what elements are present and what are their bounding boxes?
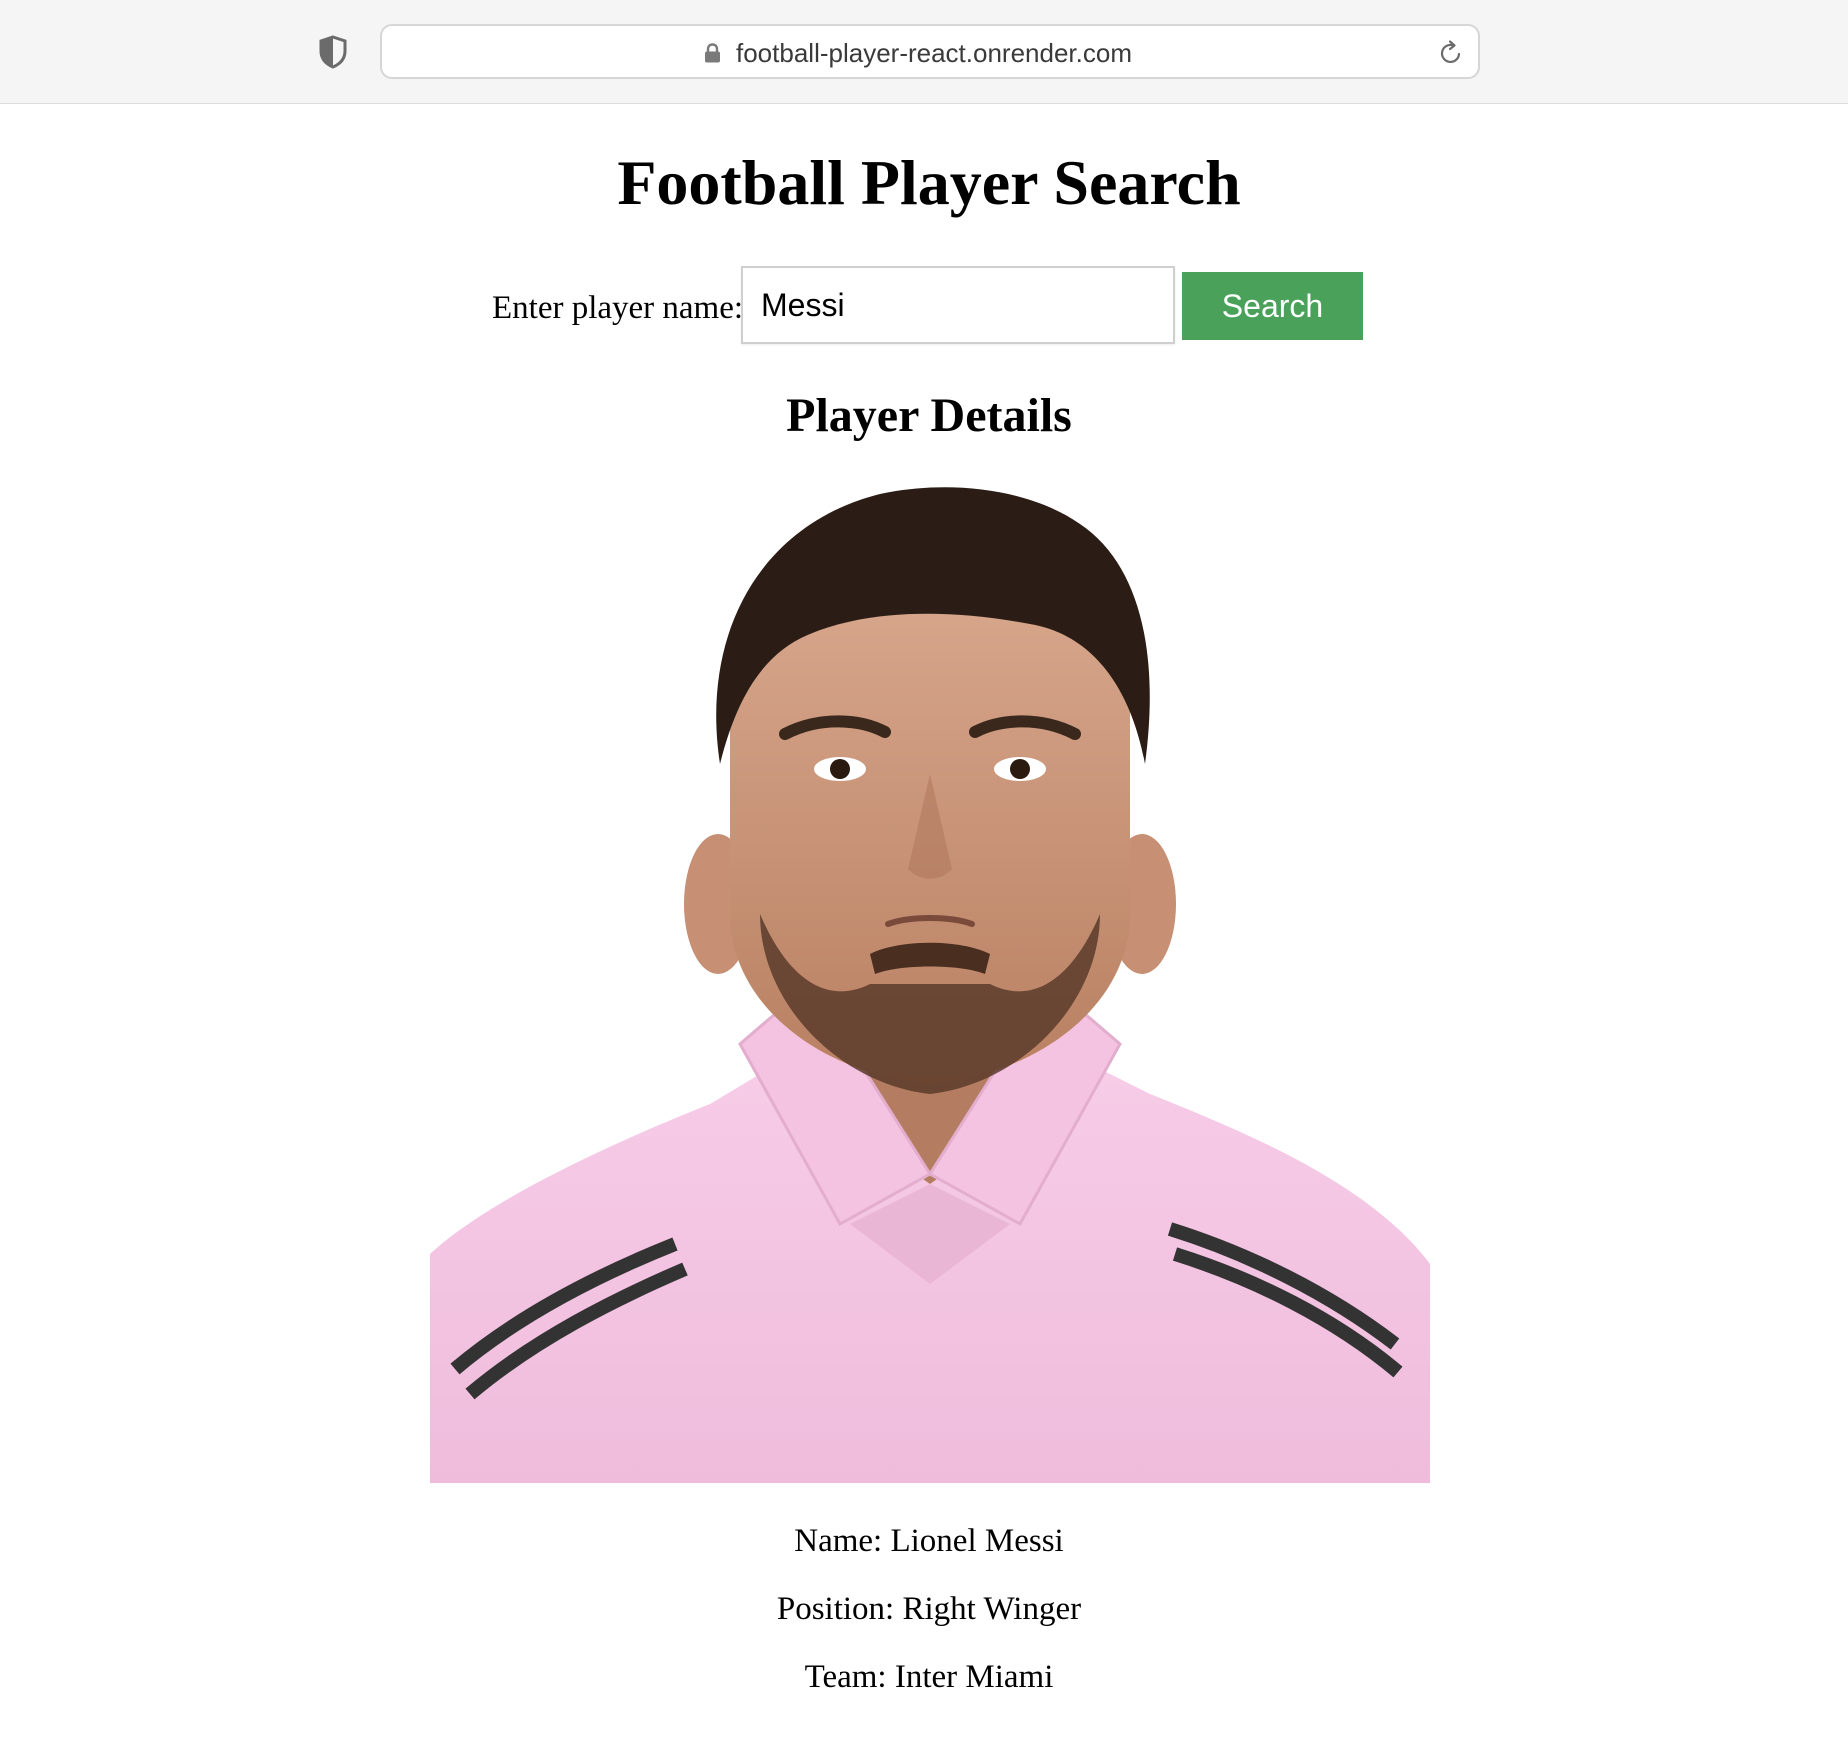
player-portrait-image bbox=[430, 487, 1430, 1483]
shield-icon[interactable] bbox=[318, 35, 348, 69]
page-title: Football Player Search bbox=[617, 147, 1241, 218]
lock-icon bbox=[704, 43, 721, 63]
search-button[interactable]: Search bbox=[1182, 272, 1363, 340]
player-photo bbox=[430, 484, 1430, 1483]
address-bar[interactable]: football-player-react.onrender.com bbox=[380, 24, 1480, 79]
browser-toolbar: football-player-react.onrender.com bbox=[0, 0, 1848, 104]
search-input[interactable] bbox=[741, 266, 1175, 344]
url-text[interactable]: football-player-react.onrender.com bbox=[736, 37, 1132, 69]
player-position: Position: Right Winger bbox=[776, 1591, 1082, 1627]
player-name: Name: Lionel Messi bbox=[794, 1523, 1064, 1559]
player-details-heading: Player Details bbox=[786, 389, 1072, 442]
player-team: Team: Inter Miami bbox=[804, 1659, 1054, 1695]
search-form: Enter player name: Search bbox=[0, 266, 1848, 346]
reload-icon[interactable] bbox=[1438, 39, 1464, 67]
search-label: Enter player name: bbox=[492, 290, 744, 326]
